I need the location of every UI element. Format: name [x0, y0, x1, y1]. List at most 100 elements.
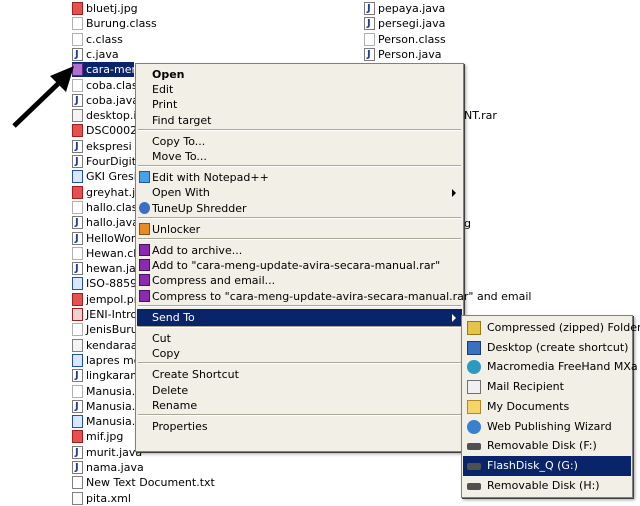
xml-file-icon — [72, 491, 83, 505]
send-to-item-label: My Documents — [487, 399, 570, 413]
menu-item-unlocker[interactable]: Unlocker — [137, 221, 462, 238]
file-item[interactable]: JENI-Intro — [72, 307, 137, 322]
menu-item-copy[interactable]: Copy — [137, 345, 462, 362]
file-item[interactable]: g — [464, 216, 471, 231]
java-file-icon — [72, 139, 83, 154]
send-to-item[interactable]: Macromedia FreeHand MXa — [463, 357, 638, 377]
file-item[interactable]: FourDigitN — [72, 154, 144, 169]
zip-folder-icon — [467, 321, 481, 335]
send-to-item-label: Macromedia FreeHand MXa — [487, 360, 638, 374]
menu-item-label: Add to "cara-meng-update-avira-secara-ma… — [152, 259, 441, 273]
menu-separator — [138, 238, 461, 240]
send-to-item[interactable]: Removable Disk (H:) — [463, 476, 631, 496]
send-to-submenu: Compressed (zipped) Folder Desktop (creat… — [461, 315, 640, 498]
menu-item-label: Create Shortcut — [152, 368, 239, 382]
menu-item-label: Edit with Notepad++ — [152, 171, 269, 185]
file-item[interactable]: c.class — [72, 32, 123, 47]
send-to-item-label: Desktop (create shortcut) — [487, 340, 629, 354]
menu-item-find-target[interactable]: Find target — [137, 112, 462, 129]
file-item[interactable]: nama.java — [72, 460, 144, 475]
menu-item-label: Copy To... — [152, 134, 206, 148]
file-item[interactable]: New Text Document.txt — [72, 475, 215, 490]
image-icon — [72, 2, 83, 15]
file-name: persegi.java — [378, 17, 446, 31]
doc-file-icon — [72, 353, 83, 367]
file-item[interactable]: pita.xml — [72, 491, 131, 506]
menu-item-move-to[interactable]: Move To... — [137, 148, 462, 165]
mail-icon — [467, 380, 481, 395]
send-to-item[interactable]: Compressed (zipped) Folder — [463, 318, 640, 338]
menu-item-properties[interactable]: Properties — [137, 418, 462, 435]
file-item[interactable]: hallo.class — [72, 200, 143, 215]
class-file-icon — [72, 384, 83, 398]
file-item[interactable]: pepaya.java — [364, 1, 445, 16]
menu-item-label: Properties — [152, 420, 208, 433]
generic-file-icon — [72, 338, 83, 352]
send-to-item[interactable]: Desktop (create shortcut) — [463, 338, 631, 358]
file-item[interactable]: Person.java — [364, 47, 442, 62]
file-item[interactable]: bluetj.jpg — [72, 1, 138, 16]
menu-item-rename[interactable]: Rename — [137, 397, 462, 414]
menu-item-label: Open — [152, 68, 185, 81]
file-item[interactable]: persegi.java — [364, 16, 445, 31]
java-file-icon — [72, 47, 83, 62]
menu-item-label: Compress and email... — [152, 274, 276, 288]
menu-separator — [138, 326, 461, 328]
send-to-item[interactable]: Mail Recipient — [463, 377, 631, 397]
winrar-icon — [139, 289, 150, 302]
doc-file-icon — [72, 170, 83, 184]
file-item[interactable]: NT.rar — [464, 108, 497, 123]
send-to-item-label: Removable Disk (F:) — [487, 439, 597, 453]
file-item[interactable]: mif.jpg — [72, 429, 123, 444]
send-to-item[interactable]: Web Publishing Wizard — [463, 417, 631, 437]
file-item[interactable]: Burung.class — [72, 16, 157, 31]
menu-item-tuneup-shredder[interactable]: TuneUp Shredder — [137, 200, 462, 217]
file-name: Burung.class — [86, 17, 157, 31]
image-icon — [72, 185, 83, 199]
java-file-icon — [72, 368, 83, 383]
file-name: mif.jpg — [86, 430, 124, 444]
file-name: c.class — [86, 32, 123, 46]
send-to-item[interactable]: Removable Disk (F:) — [463, 436, 631, 456]
file-item[interactable]: cara-meng — [72, 62, 145, 78]
send-to-item-label: Mail Recipient — [487, 380, 564, 394]
menu-item-compress-to-cara-meng-update-avira-secar[interactable]: Compress to "cara-meng-update-avira-seca… — [137, 288, 532, 305]
menu-item-label: Cut — [152, 332, 171, 345]
send-to-item[interactable]: FlashDisk_Q (G:) — [463, 455, 631, 476]
menu-item-label: Copy — [152, 347, 180, 361]
doc-file-icon — [72, 415, 83, 429]
menu-item-label: Compress to "cara-meng-update-avira-seca… — [152, 289, 532, 303]
send-to-item[interactable]: My Documents — [463, 397, 631, 417]
file-name: c.java — [86, 47, 119, 61]
java-file-icon — [364, 16, 375, 31]
image-icon — [72, 124, 83, 138]
send-to-item-label: Compressed (zipped) Folder — [487, 321, 640, 334]
file-item[interactable]: ISO-8859- — [72, 276, 141, 291]
file-item[interactable]: Person.class — [364, 32, 446, 47]
removable-disk-icon — [467, 443, 481, 451]
file-item[interactable]: kendaraan — [72, 338, 144, 353]
file-item[interactable]: coba.class — [72, 78, 143, 93]
file-item[interactable]: c.java — [72, 47, 119, 62]
removable-disk-icon — [467, 482, 481, 490]
file-name: ISO-8859- — [86, 277, 142, 291]
file-item[interactable]: hallo.java — [72, 215, 139, 230]
java-file-icon — [72, 215, 83, 230]
file-item[interactable]: JenisBurun — [72, 322, 145, 337]
class-file-icon — [72, 323, 83, 337]
menu-item-label: TuneUp Shredder — [152, 201, 247, 215]
menu-separator — [138, 216, 461, 219]
java-file-icon — [72, 460, 83, 475]
menu-item-send-to[interactable]: Send To — [137, 308, 462, 326]
file-item[interactable]: coba.java — [72, 93, 139, 108]
file-name: nama.java — [86, 461, 144, 474]
file-item[interactable]: lingkaran. — [72, 368, 141, 383]
file-name: bluetj.jpg — [86, 2, 138, 15]
java-file-icon — [364, 1, 375, 16]
submenu-arrow-icon — [452, 313, 456, 322]
file-item[interactable]: murit.java — [72, 445, 142, 460]
notepad-plus-plus-icon — [139, 171, 150, 184]
menu-item-label: Move To... — [152, 150, 207, 163]
winrar-icon — [139, 244, 150, 256]
rar-file-icon — [72, 63, 83, 77]
